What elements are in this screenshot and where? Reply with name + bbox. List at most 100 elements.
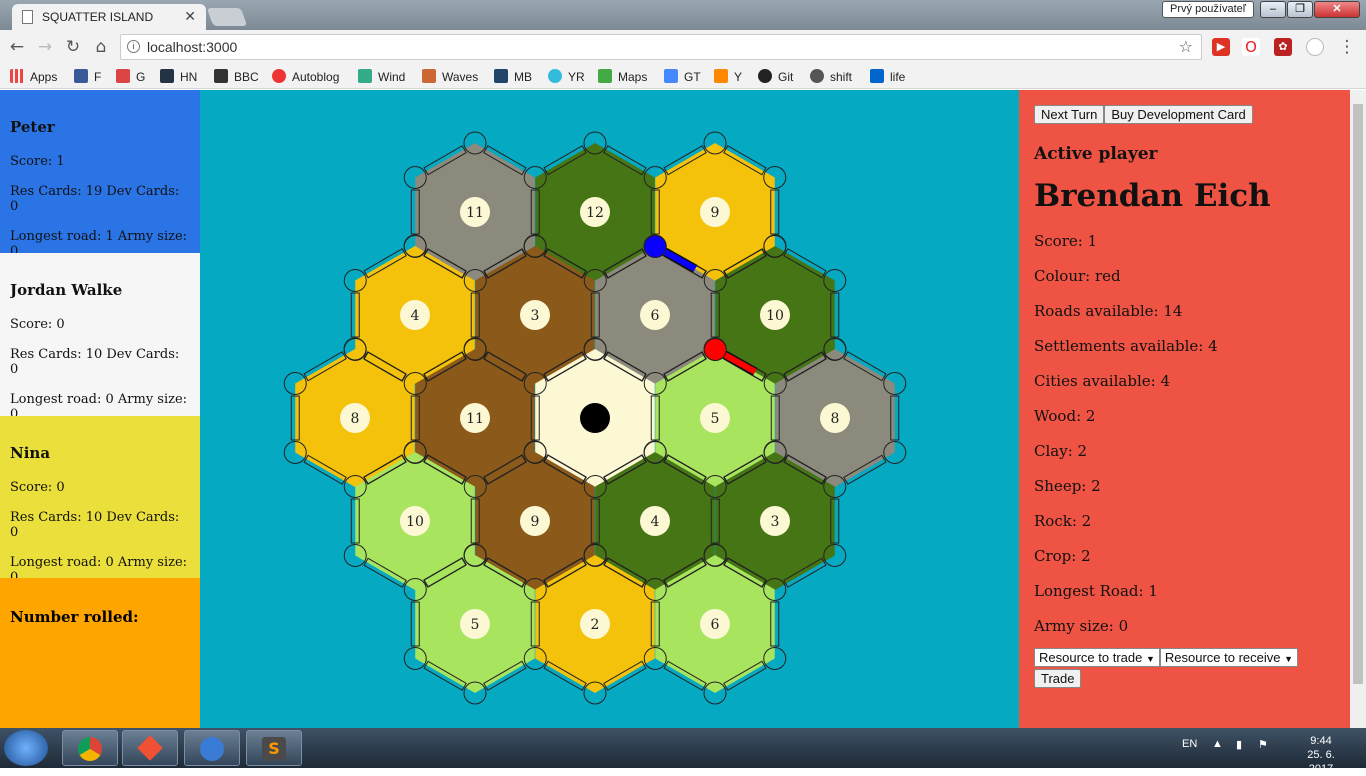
- bookmark-item[interactable]: F: [74, 68, 101, 86]
- scrollbar-thumb[interactable]: [1353, 104, 1363, 684]
- stat-crop: Crop: 2: [1034, 547, 1091, 565]
- stat-roads: Roads available: 14: [1034, 302, 1183, 320]
- git-icon: [137, 735, 163, 761]
- home-icon[interactable]: ⌂: [90, 36, 112, 58]
- window-title-bar: SQUATTER ISLAND ✕ Prvý používateľ – ❐ ✕: [0, 0, 1366, 30]
- number-token-label: 11: [466, 205, 484, 221]
- bookmark-item[interactable]: BBC: [214, 68, 259, 86]
- shift-icon: [810, 69, 824, 83]
- page-icon: [22, 10, 33, 24]
- flag-icon[interactable]: ⚑: [1258, 738, 1268, 751]
- number-token-label: 10: [406, 514, 424, 530]
- extension-icon[interactable]: ▶: [1212, 38, 1230, 56]
- reload-icon[interactable]: ↻: [62, 36, 84, 58]
- extension-icon[interactable]: ✿: [1274, 38, 1292, 56]
- player-cards: Res Cards: 10 Dev Cards: 0: [10, 510, 180, 540]
- power-icon[interactable]: ▮: [1236, 738, 1242, 751]
- clock-time: 9:44: [1310, 735, 1332, 747]
- start-button[interactable]: [4, 730, 48, 766]
- address-bar[interactable]: i localhost:3000 ☆: [120, 34, 1202, 60]
- bookmark-item[interactable]: Git: [758, 68, 793, 86]
- bookmark-star-icon[interactable]: ☆: [1179, 37, 1193, 56]
- language-indicator[interactable]: EN: [1182, 738, 1197, 750]
- browser-toolbar: ← → ↻ ⌂ i localhost:3000 ☆ ▶ O ✿ ⋮: [0, 30, 1366, 64]
- vertical-scrollbar[interactable]: [1350, 90, 1366, 728]
- bookmark-item[interactable]: MB: [494, 68, 532, 86]
- select-value: Resource to trade: [1039, 650, 1143, 665]
- close-window-icon[interactable]: ✕: [1314, 1, 1360, 18]
- browser-tab[interactable]: SQUATTER ISLAND ✕: [12, 4, 206, 30]
- next-turn-button[interactable]: Next Turn: [1034, 105, 1105, 124]
- clock-date: 25. 6. 2017: [1307, 749, 1335, 775]
- number-token-label: 9: [711, 205, 720, 221]
- player-card-jordan: Jordan Walke Score: 0 Res Cards: 10 Dev …: [0, 253, 200, 422]
- bookmark-label: shift: [830, 70, 853, 84]
- bookmark-label: MB: [514, 70, 532, 84]
- back-arrow-icon[interactable]: ←: [6, 36, 28, 58]
- buy-development-card-button[interactable]: Buy Development Card: [1104, 105, 1253, 124]
- yr-icon: [548, 69, 562, 83]
- profile-button[interactable]: Prvý používateľ: [1162, 1, 1254, 18]
- clock[interactable]: 9:44 25. 6. 2017: [1296, 734, 1346, 776]
- chrome-taskbar-button[interactable]: [62, 730, 118, 766]
- bookmark-item[interactable]: GT: [664, 68, 701, 86]
- stat-wood: Wood: 2: [1034, 407, 1096, 425]
- bookmark-label: Autoblog: [292, 70, 340, 84]
- minimize-icon[interactable]: –: [1260, 1, 1286, 18]
- bookmark-apps[interactable]: Apps: [10, 68, 57, 86]
- new-tab-button[interactable]: [206, 8, 248, 26]
- waves-icon: [422, 69, 436, 83]
- autoblog-icon: [272, 69, 286, 83]
- thunderbird-taskbar-button[interactable]: [184, 730, 240, 766]
- bookmark-item[interactable]: HN: [160, 68, 197, 86]
- game-board: 11 12 9 4 3 6 10 8 11 5 8 10 9 4 3 5 2 6: [283, 131, 907, 705]
- tray-arrow-icon[interactable]: ▲: [1212, 738, 1223, 750]
- dropdown-arrow-icon: ▼: [1145, 654, 1155, 664]
- maximize-icon[interactable]: ❐: [1287, 1, 1313, 18]
- resource-to-receive-select[interactable]: Resource to receive ▼: [1159, 648, 1299, 667]
- number-token-label: 2: [591, 617, 600, 633]
- bookmark-item[interactable]: Maps: [598, 68, 647, 86]
- resource-to-trade-select[interactable]: Resource to trade ▼: [1034, 648, 1160, 667]
- player-card-peter: Peter Score: 1 Res Cards: 19 Dev Cards: …: [0, 90, 200, 259]
- bookmark-item[interactable]: shift: [810, 68, 852, 86]
- number-token-label: 8: [831, 411, 840, 427]
- bookmark-label: Maps: [618, 70, 648, 84]
- stat-score: Score: 1: [1034, 232, 1098, 250]
- stat-sheep: Sheep: 2: [1034, 477, 1101, 495]
- forward-arrow-icon[interactable]: →: [34, 36, 56, 58]
- menu-dots-icon[interactable]: ⋮: [1336, 36, 1358, 58]
- bookmark-item[interactable]: YR: [548, 68, 585, 86]
- github-icon: [758, 69, 772, 83]
- trade-button[interactable]: Trade: [1034, 669, 1082, 688]
- bookmark-label: G: [136, 70, 146, 84]
- bookmark-item[interactable]: life: [870, 68, 905, 86]
- game-page: Peter Score: 1 Res Cards: 19 Dev Cards: …: [0, 90, 1350, 728]
- bookmark-item[interactable]: Autoblog: [272, 68, 339, 86]
- translate-icon: [664, 69, 678, 83]
- player-name: Jordan Walke: [10, 281, 123, 299]
- info-icon[interactable]: i: [127, 40, 140, 53]
- bookmark-item[interactable]: Wind: [358, 68, 405, 86]
- number-token-label: 3: [531, 308, 540, 324]
- number-token-label: 3: [771, 514, 780, 530]
- red-settlement[interactable]: [703, 338, 727, 361]
- extension-icon[interactable]: [1306, 38, 1324, 56]
- number-token-label: 11: [466, 411, 484, 427]
- mb-icon: [494, 69, 508, 83]
- bookmark-item[interactable]: Waves: [422, 68, 478, 86]
- git-taskbar-button[interactable]: [122, 730, 178, 766]
- robber-piece[interactable]: [580, 403, 610, 433]
- bookmark-label: F: [94, 70, 102, 84]
- dropdown-arrow-icon: ▼: [1284, 654, 1294, 664]
- close-tab-icon[interactable]: ✕: [184, 8, 196, 25]
- bookmark-item[interactable]: Y: [714, 68, 742, 86]
- opera-icon[interactable]: O: [1242, 38, 1260, 56]
- blue-settlement[interactable]: [643, 235, 667, 258]
- bookmark-item[interactable]: G: [116, 68, 145, 86]
- sublime-taskbar-button[interactable]: S: [246, 730, 302, 766]
- player-name: Peter: [10, 118, 55, 136]
- select-value: Resource to receive: [1164, 650, 1281, 665]
- bookmark-label: Waves: [442, 70, 479, 84]
- player-score: Score: 1: [10, 154, 65, 169]
